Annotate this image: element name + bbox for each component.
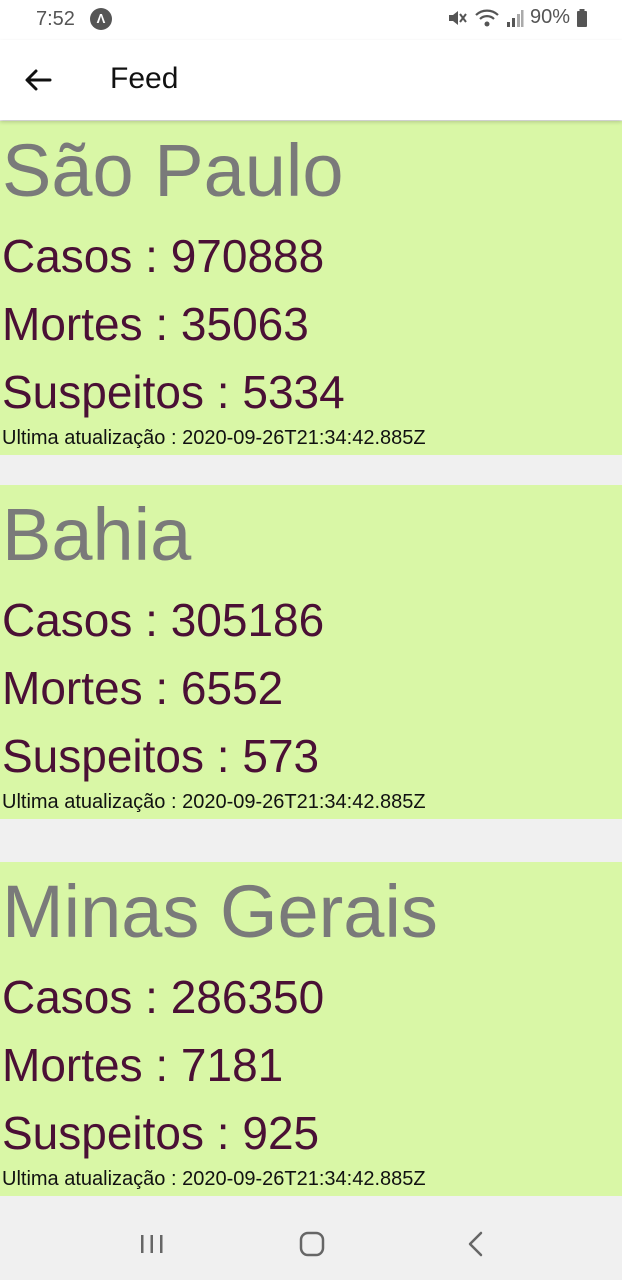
mute-icon [446, 7, 468, 29]
recents-button[interactable] [132, 1228, 172, 1260]
system-back-button[interactable] [456, 1228, 496, 1260]
last-updated: Ultima atualização : 2020-09-26T21:34:42… [2, 1168, 426, 1190]
status-icons: 90% [446, 6, 588, 29]
status-bar: 7:52 Λ 90% [0, 0, 622, 40]
wifi-icon [474, 7, 500, 29]
battery-level: 90% [529, 6, 570, 28]
recents-icon [141, 1235, 163, 1253]
suspects-count: Suspeitos : 925 [2, 1107, 320, 1159]
cases-count: Casos : 286350 [2, 971, 325, 1023]
feed-list[interactable]: São Paulo Casos : 970888 Mortes : 35063 … [0, 121, 622, 1208]
state-card-sao-paulo[interactable]: São Paulo Casos : 970888 Mortes : 35063 … [0, 121, 622, 455]
suspects-count: Suspeitos : 573 [2, 730, 320, 782]
app-bar: Feed [0, 40, 622, 120]
back-icon [468, 1231, 483, 1257]
last-updated: Ultima atualização : 2020-09-26T21:34:42… [2, 427, 426, 449]
app-notification-icon: Λ [90, 8, 112, 30]
state-name: Bahia [2, 493, 192, 576]
suspects-count: Suspeitos : 5334 [2, 366, 345, 418]
deaths-count: Mortes : 7181 [2, 1039, 284, 1091]
arrow-left-icon [25, 69, 52, 91]
state-card-bahia[interactable]: Bahia Casos : 305186 Mortes : 6552 Suspe… [0, 485, 622, 819]
state-card-minas-gerais[interactable]: Minas Gerais Casos : 286350 Mortes : 718… [0, 862, 622, 1196]
back-button[interactable] [18, 60, 58, 100]
home-button[interactable] [292, 1228, 332, 1260]
status-time: 7:52 [36, 8, 75, 30]
state-name: Minas Gerais [2, 870, 438, 953]
home-icon [299, 1231, 325, 1257]
battery-icon [576, 7, 588, 29]
state-name: São Paulo [2, 129, 344, 212]
system-nav-bar [0, 1208, 622, 1280]
page-title: Feed [110, 62, 179, 95]
cases-count: Casos : 305186 [2, 594, 325, 646]
deaths-count: Mortes : 35063 [2, 298, 309, 350]
signal-icon [506, 7, 524, 29]
deaths-count: Mortes : 6552 [2, 662, 284, 714]
last-updated: Ultima atualização : 2020-09-26T21:34:42… [2, 791, 426, 813]
cases-count: Casos : 970888 [2, 230, 325, 282]
